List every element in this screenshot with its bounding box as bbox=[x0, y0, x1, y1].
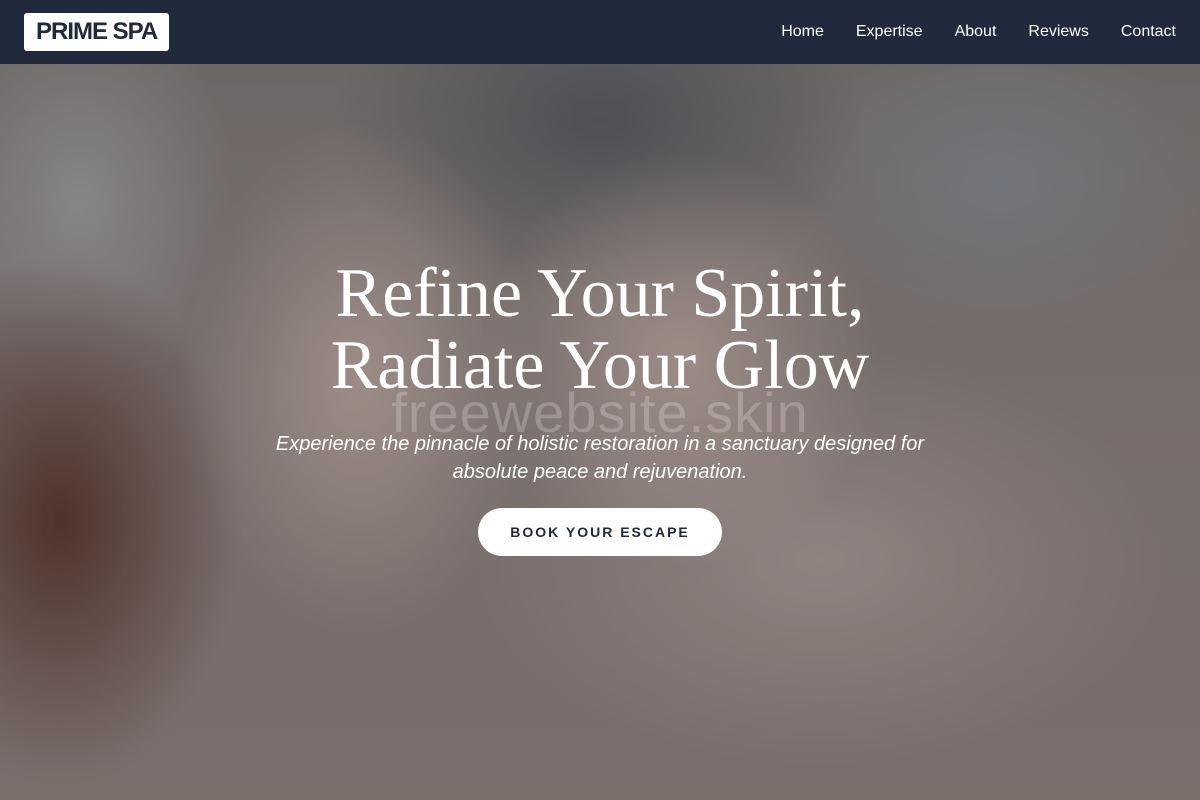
nav-link-expertise[interactable]: Expertise bbox=[856, 23, 923, 41]
hero-subtitle: Experience the pinnacle of holistic rest… bbox=[275, 433, 925, 483]
hero-title: Refine Your Spirit, Radiate Your Glow bbox=[200, 258, 1000, 402]
hero-section: Refine Your Spirit, Radiate Your Glow Ex… bbox=[0, 258, 1200, 556]
nav-link-reviews[interactable]: Reviews bbox=[1028, 23, 1088, 41]
nav-link-contact[interactable]: Contact bbox=[1121, 23, 1176, 41]
nav-link-home[interactable]: Home bbox=[781, 23, 824, 41]
book-your-escape-button[interactable]: BOOK YOUR ESCAPE bbox=[478, 508, 722, 556]
logo[interactable]: PRIME SPA bbox=[24, 13, 170, 51]
main-nav: Home Expertise About Reviews Contact bbox=[781, 23, 1176, 41]
hero-title-line-1: Refine Your Spirit, bbox=[335, 255, 865, 332]
hero-title-line-2: Radiate Your Glow bbox=[330, 327, 870, 404]
nav-link-about[interactable]: About bbox=[955, 23, 997, 41]
top-navbar: PRIME SPA Home Expertise About Reviews C… bbox=[0, 0, 1200, 64]
